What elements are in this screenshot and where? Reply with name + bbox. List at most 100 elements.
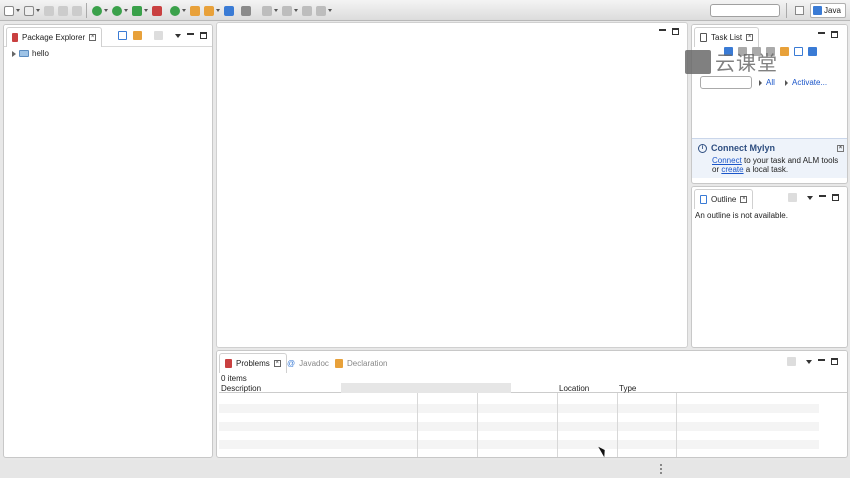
tab-label: Declaration: [347, 358, 388, 368]
tab-problems[interactable]: Problems ×: [219, 353, 287, 373]
expand-arrow-icon[interactable]: [12, 50, 16, 57]
view-menu-icon[interactable]: [175, 33, 181, 38]
focus-icon[interactable]: [154, 31, 163, 40]
debug-icon[interactable]: [92, 5, 102, 16]
maximize-icon[interactable]: [831, 31, 838, 38]
editor-area[interactable]: [216, 22, 688, 348]
forward-dropdown-icon[interactable]: [328, 9, 332, 12]
open-icon[interactable]: [24, 5, 34, 16]
run-icon[interactable]: [112, 5, 122, 16]
problems-table: Description Location Type: [219, 383, 847, 457]
focus-on-workweek-icon[interactable]: [780, 47, 789, 56]
close-icon[interactable]: ×: [740, 196, 748, 203]
filter-all-label: All: [766, 78, 775, 87]
tab-task-list[interactable]: Task List ×: [694, 27, 760, 47]
search-tool-icon[interactable]: [204, 5, 214, 16]
table-row: [219, 404, 819, 413]
outline-message: An outline is not available.: [695, 211, 788, 220]
mylyn-title-text: Connect Mylyn: [711, 143, 776, 153]
focus-icon[interactable]: [788, 193, 797, 202]
forward-icon[interactable]: [316, 5, 326, 16]
collapse-all-icon[interactable]: [794, 47, 803, 56]
prev-annotation-dropdown-icon[interactable]: [294, 9, 298, 12]
column-divider: [617, 393, 618, 457]
view-menu-icon[interactable]: [806, 359, 812, 364]
link-with-editor-icon[interactable]: [133, 31, 142, 40]
run-dropdown-icon[interactable]: [124, 9, 128, 12]
mylyn-text-part: a local task.: [743, 165, 789, 174]
new-icon[interactable]: [4, 5, 14, 16]
print-icon[interactable]: [72, 5, 82, 16]
column-divider: [417, 393, 418, 457]
package-explorer-controls: [118, 31, 207, 40]
close-icon[interactable]: ×: [89, 34, 97, 41]
next-annotation-icon[interactable]: [262, 5, 272, 16]
minimize-icon[interactable]: [187, 33, 194, 35]
debug-dropdown-icon[interactable]: [104, 9, 108, 12]
coverage-icon[interactable]: [132, 5, 142, 16]
table-row: [219, 440, 819, 449]
watermark-logo-icon: [685, 49, 711, 74]
mylyn-text-part: or: [712, 165, 722, 174]
close-icon[interactable]: ×: [273, 360, 281, 367]
new-dropdown-icon[interactable]: [16, 9, 20, 12]
connect-link[interactable]: Connect: [712, 156, 742, 165]
open-type-icon[interactable]: [190, 5, 200, 16]
tab-javadoc[interactable]: @ Javadoc: [287, 355, 329, 371]
prev-annotation-icon[interactable]: [282, 5, 292, 16]
quick-access-input[interactable]: [710, 4, 780, 17]
annotation-icon[interactable]: [241, 5, 251, 16]
open-perspective-icon[interactable]: [795, 6, 804, 15]
java-perspective-button[interactable]: Java: [810, 3, 846, 18]
toolbar-separator: [786, 3, 787, 18]
minimize-icon[interactable]: [818, 359, 825, 361]
new-class-icon[interactable]: [170, 5, 180, 16]
java-perspective-icon: [813, 6, 822, 15]
tab-label: Javadoc: [299, 358, 329, 368]
mylyn-icon[interactable]: [808, 47, 817, 56]
save-all-icon[interactable]: [58, 5, 68, 16]
column-divider: [557, 393, 558, 457]
activate-label: Activate...: [792, 78, 828, 87]
maximize-icon[interactable]: [200, 32, 207, 39]
tab-package-explorer[interactable]: Package Explorer ×: [6, 27, 103, 47]
toolbar-separator: [86, 3, 87, 18]
new-class-dropdown-icon[interactable]: [182, 9, 186, 12]
open-dropdown-icon[interactable]: [36, 9, 40, 12]
maximize-icon[interactable]: [672, 28, 679, 35]
activate-task-link[interactable]: Activate...: [785, 78, 827, 87]
minimize-icon[interactable]: [819, 195, 826, 197]
tab-outline[interactable]: Outline ×: [694, 189, 754, 209]
search-tool-dropdown-icon[interactable]: [216, 9, 220, 12]
create-link[interactable]: create: [721, 165, 743, 174]
connect-mylyn-text: Connect to your task and ALM tools or cr…: [712, 156, 844, 174]
info-icon: i: [698, 143, 707, 153]
save-icon[interactable]: [44, 5, 54, 16]
show-all-link[interactable]: All: [759, 78, 775, 87]
tree-item-project[interactable]: hello: [12, 49, 49, 58]
tab-label: Problems: [236, 359, 270, 368]
problems-panel: Problems × @ Javadoc Declaration 0 items…: [216, 350, 848, 458]
tab-declaration[interactable]: Declaration: [335, 355, 387, 371]
coverage-dropdown-icon[interactable]: [144, 9, 148, 12]
open-task-icon[interactable]: [224, 5, 234, 16]
minimize-icon[interactable]: [659, 29, 666, 31]
focus-icon[interactable]: [787, 357, 796, 366]
column-header-type[interactable]: Type: [619, 384, 636, 393]
view-menu-icon[interactable]: [807, 195, 813, 200]
next-annotation-dropdown-icon[interactable]: [274, 9, 278, 12]
collapse-all-icon[interactable]: [118, 31, 127, 40]
back-icon[interactable]: [302, 5, 312, 16]
status-bar-grip[interactable]: [660, 464, 662, 474]
tree-item-label: hello: [32, 49, 49, 58]
main-toolbar: Java: [0, 0, 850, 21]
close-icon[interactable]: ×: [837, 144, 844, 152]
maximize-icon[interactable]: [832, 194, 839, 201]
minimize-icon[interactable]: [818, 32, 825, 34]
close-icon[interactable]: ×: [746, 34, 754, 41]
column-header-location[interactable]: Location: [559, 384, 589, 393]
external-tools-icon[interactable]: [152, 5, 162, 16]
maximize-icon[interactable]: [831, 358, 838, 365]
column-header-description[interactable]: Description: [221, 384, 261, 393]
task-filter-input[interactable]: [700, 76, 752, 89]
